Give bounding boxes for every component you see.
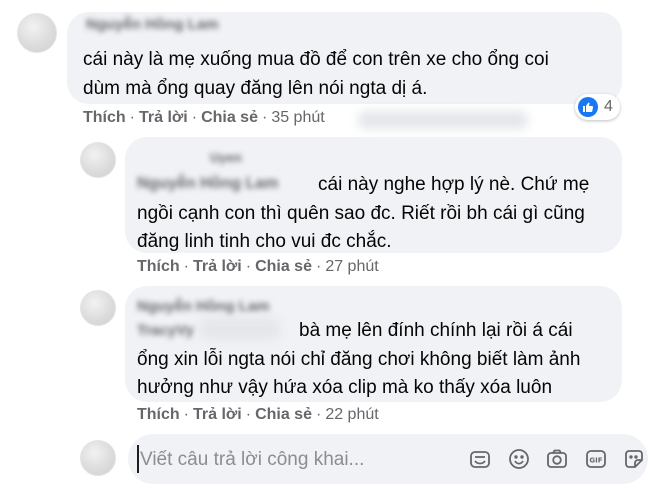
text-caret: [137, 445, 139, 473]
comment-actions: Thích · Trả lời · Chia sẻ · 22 phút: [137, 406, 379, 424]
separator: ·: [129, 109, 135, 126]
share-link[interactable]: Chia sẻ: [255, 406, 312, 423]
emoji-icon[interactable]: [507, 447, 531, 471]
reply-link[interactable]: Trả lời: [193, 258, 242, 275]
comment-line: cái này là mẹ xuống mua đồ để con trên x…: [83, 49, 549, 70]
commenter-avatar[interactable]: [80, 290, 116, 326]
comment-line: hưởng như vậy hứa xóa clip mà ko thấy xó…: [137, 377, 553, 398]
like-link[interactable]: Thích: [137, 406, 180, 423]
timestamp[interactable]: 27 phút: [325, 258, 378, 275]
comment-text: cái này nghe hợp lý nè. Chứ mẹ ngồi cạnh…: [137, 171, 589, 257]
sticker-icon[interactable]: [622, 447, 646, 471]
comment-actions: Thích · Trả lời · Chia sẻ · 35 phút: [83, 109, 325, 127]
comment-line: dùm mà ổng quay đăng lên nói ngta dị á.: [83, 77, 428, 99]
reply-link[interactable]: Trả lời: [139, 109, 188, 126]
camera-icon[interactable]: [545, 447, 569, 471]
reply-link[interactable]: Trả lời: [193, 406, 242, 423]
commenter-name-blurred[interactable]: Uyen: [210, 150, 242, 165]
separator: ·: [315, 406, 322, 423]
separator: ·: [183, 258, 189, 275]
separator: ·: [245, 406, 252, 423]
comment-line: ổng xin lỗi ngta nói chỉ đăng chơi không…: [137, 348, 581, 370]
sticker-face-icon[interactable]: [468, 447, 492, 471]
comment-text: cái này là mẹ xuống mua đồ để con trên x…: [83, 46, 549, 103]
commenter-avatar[interactable]: [80, 142, 116, 178]
like-link[interactable]: Thích: [137, 258, 180, 275]
share-link[interactable]: Chia sẻ: [201, 109, 258, 126]
reaction-count: 4: [604, 98, 613, 115]
gif-icon[interactable]: GIF: [584, 447, 608, 471]
current-user-avatar[interactable]: [80, 440, 116, 476]
comment-text: bà mẹ lên đính chính lại rồi á cái ổng x…: [137, 317, 580, 403]
comment-line: đăng linh tinh cho vui đc chắc.: [137, 231, 392, 252]
comment-actions: Thích · Trả lời · Chia sẻ · 27 phút: [137, 258, 379, 276]
separator: ·: [183, 406, 189, 423]
share-link[interactable]: Chia sẻ: [255, 258, 312, 275]
separator: ·: [315, 258, 322, 275]
separator: ·: [191, 109, 198, 126]
comment-line: cái này nghe hợp lý nè. Chứ mẹ: [318, 174, 590, 195]
reaction-summary[interactable]: 4: [575, 94, 620, 120]
redacted-area: [358, 111, 528, 129]
commenter-name-blurred[interactable]: Nguyễn Hồng Lam: [137, 298, 270, 315]
like-link[interactable]: Thích: [83, 109, 126, 126]
comment-line: bà mẹ lên đính chính lại rồi á cái: [299, 320, 573, 341]
commenter-name-blurred[interactable]: Nguyễn Hồng Lam: [86, 16, 219, 33]
commenter-avatar[interactable]: [17, 13, 57, 53]
svg-text:GIF: GIF: [589, 457, 602, 465]
like-reaction-icon: [578, 97, 598, 117]
separator: ·: [245, 258, 252, 275]
timestamp[interactable]: 35 phút: [271, 109, 324, 126]
separator: ·: [261, 109, 268, 126]
comment-line: ngồi cạnh con thì quên sao đc. Riết rồi …: [137, 202, 585, 224]
timestamp[interactable]: 22 phút: [325, 406, 378, 423]
reply-placeholder[interactable]: Viết câu trả lời công khai...: [140, 449, 364, 471]
